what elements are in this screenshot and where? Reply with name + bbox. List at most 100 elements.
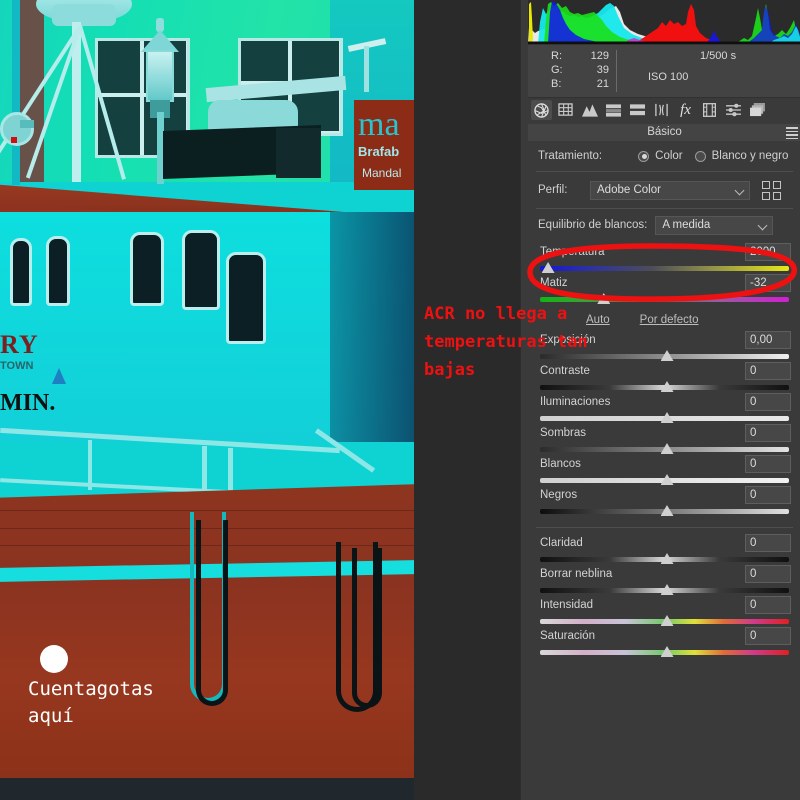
- radar-dome-body: [52, 4, 116, 26]
- readout-b-value: 21: [596, 78, 609, 90]
- hull-text-3: MIN.: [0, 390, 56, 416]
- radio-bw-label[interactable]: Blanco y negro: [712, 150, 789, 162]
- porthole: [10, 238, 32, 306]
- slider-label: Intensidad: [540, 599, 594, 611]
- banner-text-2: Brafab: [358, 144, 400, 159]
- white-balance-label: Equilibrio de blancos:: [538, 219, 648, 231]
- orange-banner: ma Brafab Mandal: [354, 100, 414, 190]
- slider-value-field[interactable]: 0: [745, 455, 791, 473]
- banner-text-1: ma: [358, 106, 400, 143]
- tab-snapshots-layers-icon[interactable]: [747, 100, 768, 120]
- hull-upper-shadow: [330, 212, 414, 442]
- treatment-row: Tratamiento: Color Blanco y negro: [538, 141, 791, 171]
- slider-value-field[interactable]: 0: [745, 596, 791, 614]
- tab-split-toning-icon[interactable]: [603, 100, 624, 120]
- hamburger-menu-icon[interactable]: [786, 127, 798, 140]
- tab-presets-sliders-icon[interactable]: [723, 100, 744, 120]
- railing-post: [88, 440, 92, 490]
- profile-value: Adobe Color: [597, 184, 661, 196]
- histogram-readout-bar: R: 129 G: 39 B: 21 1/500 s ISO 100: [528, 44, 800, 97]
- searchlight-red-dot: [11, 137, 17, 143]
- slider-label: Negros: [540, 489, 578, 501]
- shutter-speed: 1/500 s: [700, 50, 737, 62]
- acr-right-panel: R: 129 G: 39 B: 21 1/500 s ISO 100 fx Bá…: [520, 0, 800, 800]
- logo-triangle: [52, 368, 66, 384]
- presence-slider-row[interactable]: Claridad 0: [538, 534, 791, 567]
- eyedropper-target-marker: [40, 645, 68, 673]
- slider-value-field[interactable]: 0: [745, 627, 791, 645]
- porthole: [182, 230, 220, 310]
- profile-grid-icon[interactable]: [762, 180, 781, 200]
- panel-title-text: Básico: [647, 126, 682, 138]
- white-balance-select[interactable]: A medida: [655, 215, 774, 235]
- readout-divider: [616, 50, 617, 92]
- presence-slider-row[interactable]: Saturación 0: [538, 627, 791, 660]
- tab-basic-aperture-icon[interactable]: [531, 100, 552, 120]
- tab-effects-fx-icon[interactable]: fx: [675, 100, 696, 120]
- porthole: [226, 252, 266, 344]
- slider-value-field[interactable]: 0: [745, 565, 791, 583]
- wheelhouse-window-side: [276, 128, 321, 178]
- presence-slider-row[interactable]: Borrar neblina 0: [538, 565, 791, 598]
- profile-select[interactable]: Adobe Color: [590, 180, 750, 200]
- porthole: [130, 232, 164, 306]
- treatment-label: Tratamiento:: [538, 150, 603, 162]
- readout-g-value: 39: [596, 64, 609, 76]
- slider-label: Borrar neblina: [540, 568, 613, 580]
- slider-label: Iluminaciones: [540, 396, 611, 408]
- temperature-highlight-oval: [527, 243, 797, 302]
- eyedropper-annotation-label: Cuentagotas aquí: [28, 678, 154, 727]
- preview-photo[interactable]: ma Brafab Mandal RY TOWN MIN. Cuentagota…: [0, 0, 414, 800]
- radio-color-icon[interactable]: [638, 150, 650, 162]
- panel-section-title: Básico: [528, 124, 800, 141]
- porthole: [46, 236, 70, 306]
- tab-lens-corrections-icon[interactable]: [651, 100, 672, 120]
- tone-slider-row[interactable]: Iluminaciones 0: [538, 393, 791, 426]
- slider-value-field[interactable]: 0,00: [745, 331, 791, 349]
- slider-label: Blancos: [540, 458, 581, 470]
- panel-tab-toolbar[interactable]: fx: [528, 97, 800, 121]
- white-balance-value: A medida: [662, 219, 711, 231]
- chevron-down-icon: [757, 220, 768, 230]
- tone-slider-row[interactable]: Sombras 0: [538, 424, 791, 457]
- profile-row: Perfil: Adobe Color: [538, 172, 791, 208]
- radio-bw-icon[interactable]: [694, 150, 706, 162]
- histogram[interactable]: [528, 0, 800, 44]
- cyan-post: [12, 0, 20, 185]
- tone-slider-row[interactable]: Blancos 0: [538, 455, 791, 488]
- presence-slider-row[interactable]: Intensidad 0: [538, 596, 791, 629]
- default-link[interactable]: Por defecto: [640, 314, 699, 326]
- fender-rope-shadow: [196, 520, 228, 706]
- basic-panel-body: Tratamiento: Color Blanco y negro Perfil…: [528, 141, 800, 800]
- slider-value-field[interactable]: 0: [745, 534, 791, 552]
- tab-tone-curve-icon[interactable]: [579, 100, 600, 120]
- slider-value-field[interactable]: 0: [745, 486, 791, 504]
- presence-sliders: Claridad 0 Borrar neblina 0 Intensidad 0 Satur…: [538, 528, 791, 660]
- slider-label: Claridad: [540, 537, 583, 549]
- tab-graduated-filter-icon[interactable]: [627, 100, 648, 120]
- white-balance-row: Equilibrio de blancos: A medida: [538, 209, 791, 241]
- iso-value: ISO 100: [648, 71, 689, 83]
- readout-r-value: 129: [590, 50, 609, 62]
- readout-b-label: B:: [551, 78, 562, 90]
- profile-label: Perfil:: [538, 184, 568, 196]
- waterline: [0, 778, 414, 800]
- radio-color-label[interactable]: Color: [655, 150, 682, 162]
- tab-detail-grid-icon[interactable]: [555, 100, 576, 120]
- searchlight: [0, 112, 34, 146]
- auto-link[interactable]: Auto: [586, 314, 610, 326]
- tone-slider-row[interactable]: Negros 0: [538, 486, 791, 519]
- tab-calibration-film-icon[interactable]: [699, 100, 720, 120]
- slider-value-field[interactable]: 0: [745, 362, 791, 380]
- slider-label: Sombras: [540, 427, 587, 439]
- hull-text-1: RY: [0, 330, 39, 359]
- slider-value-field[interactable]: 0: [745, 393, 791, 411]
- readout-g-label: G:: [551, 64, 563, 76]
- slider-label: Saturación: [540, 630, 595, 642]
- acr-limitation-annotation: ACR no llega a temperaturas tan bajas: [424, 304, 588, 380]
- street-lamp-finial: [156, 18, 164, 32]
- chevron-down-icon: [734, 185, 745, 195]
- slider-value-field[interactable]: 0: [745, 424, 791, 442]
- banner-text-3: Mandal: [362, 166, 402, 180]
- image-canvas-area[interactable]: ma Brafab Mandal RY TOWN MIN. Cuentagota…: [0, 0, 520, 800]
